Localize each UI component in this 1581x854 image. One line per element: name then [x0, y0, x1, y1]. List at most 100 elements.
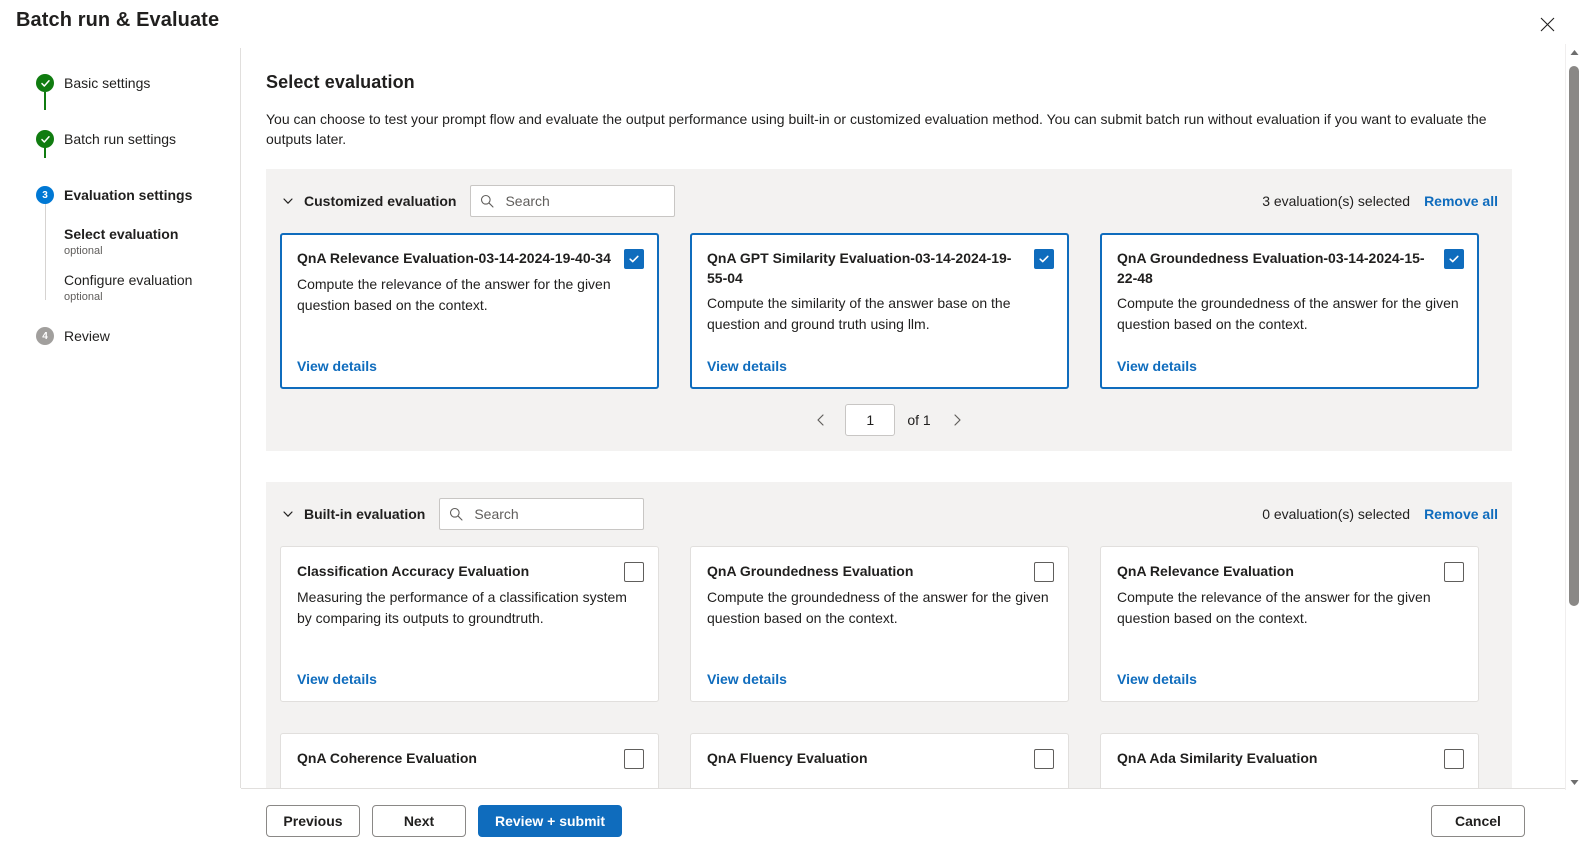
customized-card-grid: QnA Relevance Evaluation-03-14-2024-19-4… [280, 233, 1498, 389]
sidebar-item-batch-run-settings[interactable]: Batch run settings [0, 130, 240, 156]
evaluation-card[interactable]: QnA Groundedness Evaluation Compute the … [690, 546, 1069, 702]
chevron-down-icon[interactable] [280, 506, 296, 522]
close-icon[interactable] [1533, 10, 1561, 38]
evaluation-card-title: QnA Groundedness Evaluation [707, 563, 914, 579]
sidebar-subitem-label: Select evaluation [64, 226, 179, 242]
scroll-down-arrow-icon[interactable] [1566, 774, 1581, 790]
evaluation-card-description: Compute the similarity of the answer bas… [707, 295, 1011, 332]
chevron-right-icon[interactable] [943, 406, 971, 434]
customized-selection-info: 3 evaluation(s) selected Remove all [1262, 193, 1498, 209]
evaluation-card-checkbox[interactable] [1444, 749, 1464, 769]
evaluation-card-checkbox[interactable] [1034, 249, 1054, 269]
evaluation-card-checkbox[interactable] [1444, 562, 1464, 582]
sidebar-item-label: Review [64, 328, 110, 344]
customized-evaluation-section: Customized evaluation 3 evaluation(s) se… [266, 169, 1512, 451]
page-number-input[interactable] [845, 404, 896, 436]
search-icon [448, 506, 464, 522]
builtin-selection-info: 0 evaluation(s) selected Remove all [1262, 506, 1498, 522]
sidebar-item-evaluation-settings[interactable]: 3 Evaluation settings [0, 186, 240, 212]
builtin-search-box[interactable] [439, 498, 645, 530]
evaluation-card-description: Compute the relevance of the answer for … [297, 276, 611, 313]
main-content: Select evaluation You can choose to test… [241, 48, 1537, 788]
step-number-badge: 4 [36, 327, 54, 345]
view-details-link[interactable]: View details [297, 657, 377, 687]
dialog-header: Batch run & Evaluate [0, 0, 1581, 48]
customized-selected-count: 3 evaluation(s) selected [1262, 193, 1411, 209]
sidebar-item-label: Basic settings [64, 75, 151, 91]
sidebar-item-review[interactable]: 4 Review [0, 327, 240, 353]
evaluation-card-checkbox[interactable] [624, 749, 644, 769]
view-details-link[interactable]: View details [1117, 657, 1197, 687]
evaluation-card-checkbox[interactable] [624, 562, 644, 582]
evaluation-card-title: QnA Coherence Evaluation [297, 750, 477, 766]
page-total-label: of 1 [907, 412, 931, 428]
cancel-button[interactable]: Cancel [1431, 805, 1525, 837]
evaluation-card-checkbox[interactable] [1444, 249, 1464, 269]
view-details-link[interactable]: View details [1117, 344, 1197, 374]
evaluation-card-checkbox[interactable] [1034, 749, 1054, 769]
sidebar-item-label: Evaluation settings [64, 187, 193, 203]
evaluation-card-title: QnA GPT Similarity Evaluation-03-14-2024… [707, 250, 1012, 286]
evaluation-card[interactable]: QnA Ada Similarity Evaluation [1100, 733, 1479, 788]
evaluation-card-title: Classification Accuracy Evaluation [297, 563, 530, 579]
builtin-section-label: Built-in evaluation [304, 506, 426, 522]
evaluation-card[interactable]: QnA GPT Similarity Evaluation-03-14-2024… [690, 233, 1069, 389]
evaluation-card-description: Compute the groundedness of the answer f… [1117, 295, 1459, 332]
previous-button[interactable]: Previous [266, 805, 360, 837]
section-heading: Select evaluation [266, 72, 415, 92]
evaluation-card-checkbox[interactable] [1034, 562, 1054, 582]
wizard-sidebar: Basic settings Batch run settings 3 Eval… [0, 48, 240, 854]
view-details-link[interactable]: View details [707, 657, 787, 687]
builtin-selected-count: 0 evaluation(s) selected [1262, 506, 1411, 522]
sidebar-item-configure-evaluation[interactable]: Configure evaluation optional [0, 271, 240, 304]
page-title: Batch run & Evaluate [16, 9, 220, 31]
evaluation-card[interactable]: QnA Relevance Evaluation-03-14-2024-19-4… [280, 233, 659, 389]
builtin-search-input[interactable] [472, 505, 636, 523]
evaluation-card-title: QnA Relevance Evaluation [1117, 563, 1294, 579]
batch-run-evaluate-dialog: Batch run & Evaluate Basic settings Batc… [0, 0, 1581, 854]
sidebar-subitem-optional: optional [64, 291, 103, 303]
view-details-link[interactable]: View details [297, 344, 377, 374]
sidebar-item-basic-settings[interactable]: Basic settings [0, 74, 240, 100]
scroll-up-arrow-icon[interactable] [1566, 44, 1581, 60]
vertical-scrollbar[interactable] [1565, 44, 1581, 790]
evaluation-card-title: QnA Relevance Evaluation-03-14-2024-19-4… [297, 250, 611, 266]
dialog-footer: Previous Next Review + submit Cancel [241, 788, 1581, 854]
sidebar-item-label: Batch run settings [64, 131, 177, 147]
evaluation-card[interactable]: QnA Fluency Evaluation [690, 733, 1069, 788]
evaluation-card[interactable]: QnA Coherence Evaluation [280, 733, 659, 788]
step-number-badge: 3 [36, 186, 54, 204]
builtin-section-header: Built-in evaluation 0 evaluation(s) sele… [280, 498, 1498, 530]
evaluation-card-title: QnA Groundedness Evaluation-03-14-2024-1… [1117, 250, 1425, 286]
evaluation-card-title: QnA Ada Similarity Evaluation [1117, 750, 1318, 766]
sidebar-item-select-evaluation[interactable]: Select evaluation optional [0, 225, 240, 258]
evaluation-card[interactable]: QnA Relevance Evaluation Compute the rel… [1100, 546, 1479, 702]
check-icon [36, 74, 54, 92]
sidebar-subitem-label: Configure evaluation [64, 272, 193, 288]
evaluation-card[interactable]: QnA Groundedness Evaluation-03-14-2024-1… [1100, 233, 1479, 389]
evaluation-card-description: Compute the relevance of the answer for … [1117, 589, 1431, 626]
next-button[interactable]: Next [372, 805, 466, 837]
view-details-link[interactable]: View details [707, 344, 787, 374]
section-description: You can choose to test your prompt flow … [266, 111, 1487, 147]
evaluation-card-title: QnA Fluency Evaluation [707, 750, 868, 766]
builtin-card-grid-row2: QnA Coherence Evaluation QnA Fluency Eva… [280, 733, 1498, 788]
sidebar-subitem-optional: optional [64, 245, 103, 257]
customized-search-box[interactable] [470, 185, 676, 217]
wizard-steps: Basic settings Batch run settings 3 Eval… [0, 48, 240, 353]
search-icon [479, 193, 495, 209]
evaluation-card-description: Measuring the performance of a classific… [297, 589, 627, 626]
evaluation-card-description: Compute the groundedness of the answer f… [707, 589, 1049, 626]
chevron-down-icon[interactable] [280, 193, 296, 209]
chevron-left-icon[interactable] [807, 406, 835, 434]
evaluation-card[interactable]: Classification Accuracy Evaluation Measu… [280, 546, 659, 702]
check-icon [36, 130, 54, 148]
review-submit-button[interactable]: Review + submit [478, 805, 623, 837]
scrollbar-thumb[interactable] [1569, 66, 1579, 606]
builtin-remove-all-link[interactable]: Remove all [1424, 506, 1498, 522]
customized-search-input[interactable] [503, 192, 667, 210]
customized-remove-all-link[interactable]: Remove all [1424, 193, 1498, 209]
evaluation-card-checkbox[interactable] [624, 249, 644, 269]
builtin-card-grid: Classification Accuracy Evaluation Measu… [280, 546, 1498, 702]
builtin-evaluation-section: Built-in evaluation 0 evaluation(s) sele… [266, 482, 1512, 788]
